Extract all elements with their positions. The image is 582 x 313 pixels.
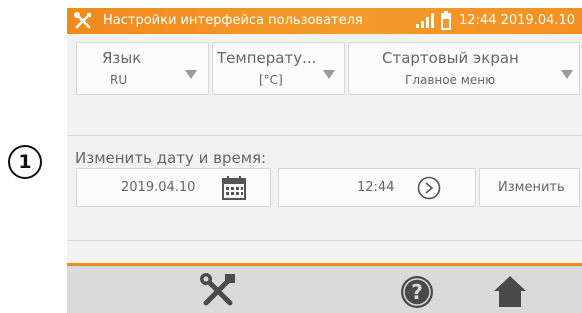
status-title: Настройки интерфейса пользователя bbox=[103, 13, 363, 28]
language-select[interactable]: Язык RU bbox=[76, 42, 209, 95]
start-screen-select[interactable]: Стартовый экран Главное меню bbox=[348, 42, 580, 95]
home-icon[interactable] bbox=[493, 274, 527, 308]
signal-icon bbox=[416, 13, 434, 28]
status-bar: Настройки интерфейса пользователя 12:44 … bbox=[67, 8, 582, 34]
clock-icon[interactable] bbox=[417, 176, 441, 200]
chevron-down-icon bbox=[185, 70, 197, 79]
time-value: 12:44 bbox=[357, 180, 395, 195]
svg-text:?: ? bbox=[411, 280, 423, 304]
help-icon[interactable]: ? bbox=[400, 275, 434, 309]
temperature-select[interactable]: Температу... [°C] bbox=[212, 42, 345, 95]
temperature-label: Температу... bbox=[217, 49, 317, 67]
battery-icon bbox=[441, 11, 451, 30]
datetime-section-label: Изменить дату и время: bbox=[75, 149, 267, 167]
start-screen-value: Главное меню bbox=[405, 73, 496, 87]
divider bbox=[67, 240, 582, 241]
step-number: 1 bbox=[18, 151, 32, 173]
status-datetime: 12:44 2019.04.10 bbox=[459, 13, 576, 28]
language-value: RU bbox=[110, 73, 128, 87]
divider bbox=[67, 135, 582, 136]
step-marker: 1 bbox=[8, 145, 42, 179]
date-field[interactable]: 2019.04.10 bbox=[76, 168, 271, 207]
tools-icon bbox=[74, 12, 91, 29]
chevron-down-icon bbox=[561, 70, 573, 79]
language-label: Язык bbox=[102, 49, 142, 67]
tools-icon[interactable] bbox=[198, 271, 238, 311]
bottom-bar: ? bbox=[67, 263, 582, 313]
change-datetime-button[interactable]: Изменить bbox=[479, 168, 580, 207]
chevron-down-icon bbox=[323, 70, 335, 79]
device-screen: Настройки интерфейса пользователя 12:44 … bbox=[67, 8, 582, 313]
time-field[interactable]: 12:44 bbox=[278, 168, 476, 207]
start-screen-label: Стартовый экран bbox=[382, 49, 519, 67]
date-value: 2019.04.10 bbox=[121, 180, 196, 195]
calendar-icon[interactable] bbox=[222, 176, 246, 200]
change-button-label: Изменить bbox=[498, 180, 565, 195]
temperature-value: [°C] bbox=[259, 73, 283, 87]
